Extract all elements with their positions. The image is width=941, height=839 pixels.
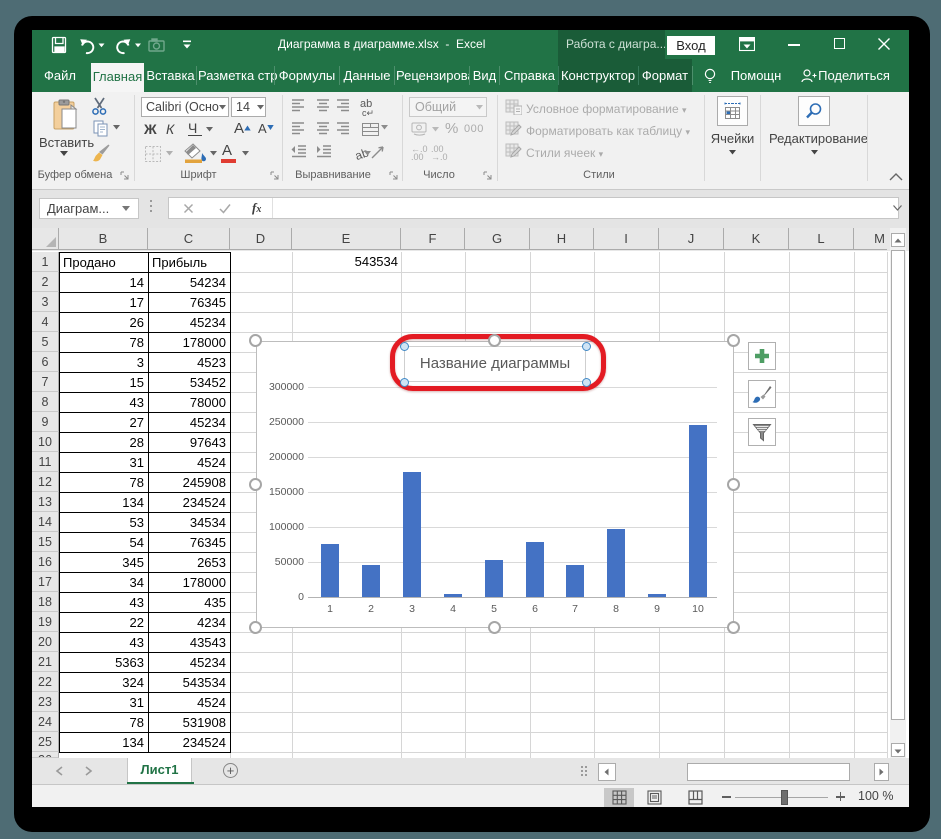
svg-text:А: А — [258, 121, 267, 136]
svg-text:c↵: c↵ — [362, 108, 374, 118]
svg-text:А: А — [234, 120, 244, 137]
